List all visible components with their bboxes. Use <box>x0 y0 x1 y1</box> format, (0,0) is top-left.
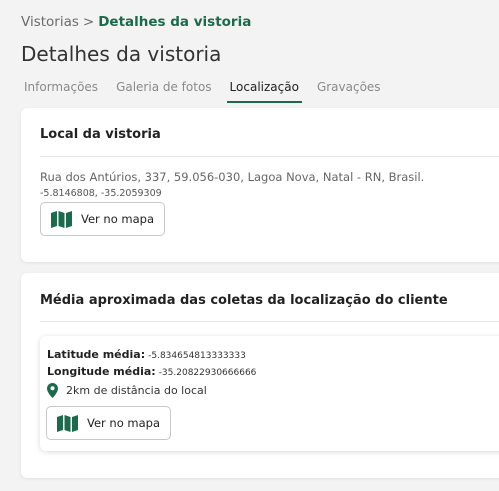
average-location-panel: Latitude média: -5.834654813333333 Longit… <box>40 336 499 451</box>
card-divider <box>40 321 499 322</box>
breadcrumb-current: Detalhes da vistoria <box>98 14 252 30</box>
longitude-label: Longitude média: <box>47 365 156 378</box>
breadcrumb: Vistorias > Detalhes da vistoria <box>21 14 251 30</box>
view-on-map-label: Ver no mapa <box>81 212 155 226</box>
map-icon <box>51 210 72 228</box>
latitude-value: -5.834654813333333 <box>148 351 246 361</box>
distance-row: 2km de distância do local <box>47 383 207 398</box>
location-pin-icon <box>47 383 58 398</box>
breadcrumb-link-vistorias[interactable]: Vistorias <box>21 14 79 30</box>
longitude-value: -35.20822930666666 <box>158 368 257 378</box>
page-title: Detalhes da vistoria <box>21 42 222 66</box>
tab-localizacao[interactable]: Localização <box>226 80 303 103</box>
local-vistoria-title: Local da vistoria <box>40 127 161 142</box>
average-location-card: Média aproximada das coletas da localiza… <box>21 273 499 478</box>
map-icon <box>57 414 78 432</box>
tab-galeria-de-fotos[interactable]: Galeria de fotos <box>116 80 211 100</box>
distance-text: 2km de distância do local <box>66 384 207 397</box>
tab-informacoes[interactable]: Informações <box>24 80 98 100</box>
view-on-map-button-average[interactable]: Ver no mapa <box>46 406 171 440</box>
view-on-map-label: Ver no mapa <box>87 416 161 430</box>
tab-gravacoes[interactable]: Gravações <box>317 80 381 100</box>
longitude-row: Longitude média: -35.20822930666666 <box>47 365 256 378</box>
latitude-label: Latitude média: <box>47 348 146 361</box>
view-on-map-button[interactable]: Ver no mapa <box>40 202 165 236</box>
tab-bar: Informações Galeria de fotos Localização… <box>24 80 399 103</box>
address-text: Rua dos Antúrios, 337, 59.056-030, Lagoa… <box>40 170 425 184</box>
local-vistoria-card: Local da vistoria Rua dos Antúrios, 337,… <box>21 108 499 262</box>
coordinates-text: -5.8146808, -35.2059309 <box>40 188 162 199</box>
breadcrumb-separator: > <box>82 14 95 30</box>
card-divider <box>40 156 499 157</box>
average-location-title: Média aproximada das coletas da localiza… <box>40 293 448 308</box>
latitude-row: Latitude média: -5.834654813333333 <box>47 348 246 361</box>
